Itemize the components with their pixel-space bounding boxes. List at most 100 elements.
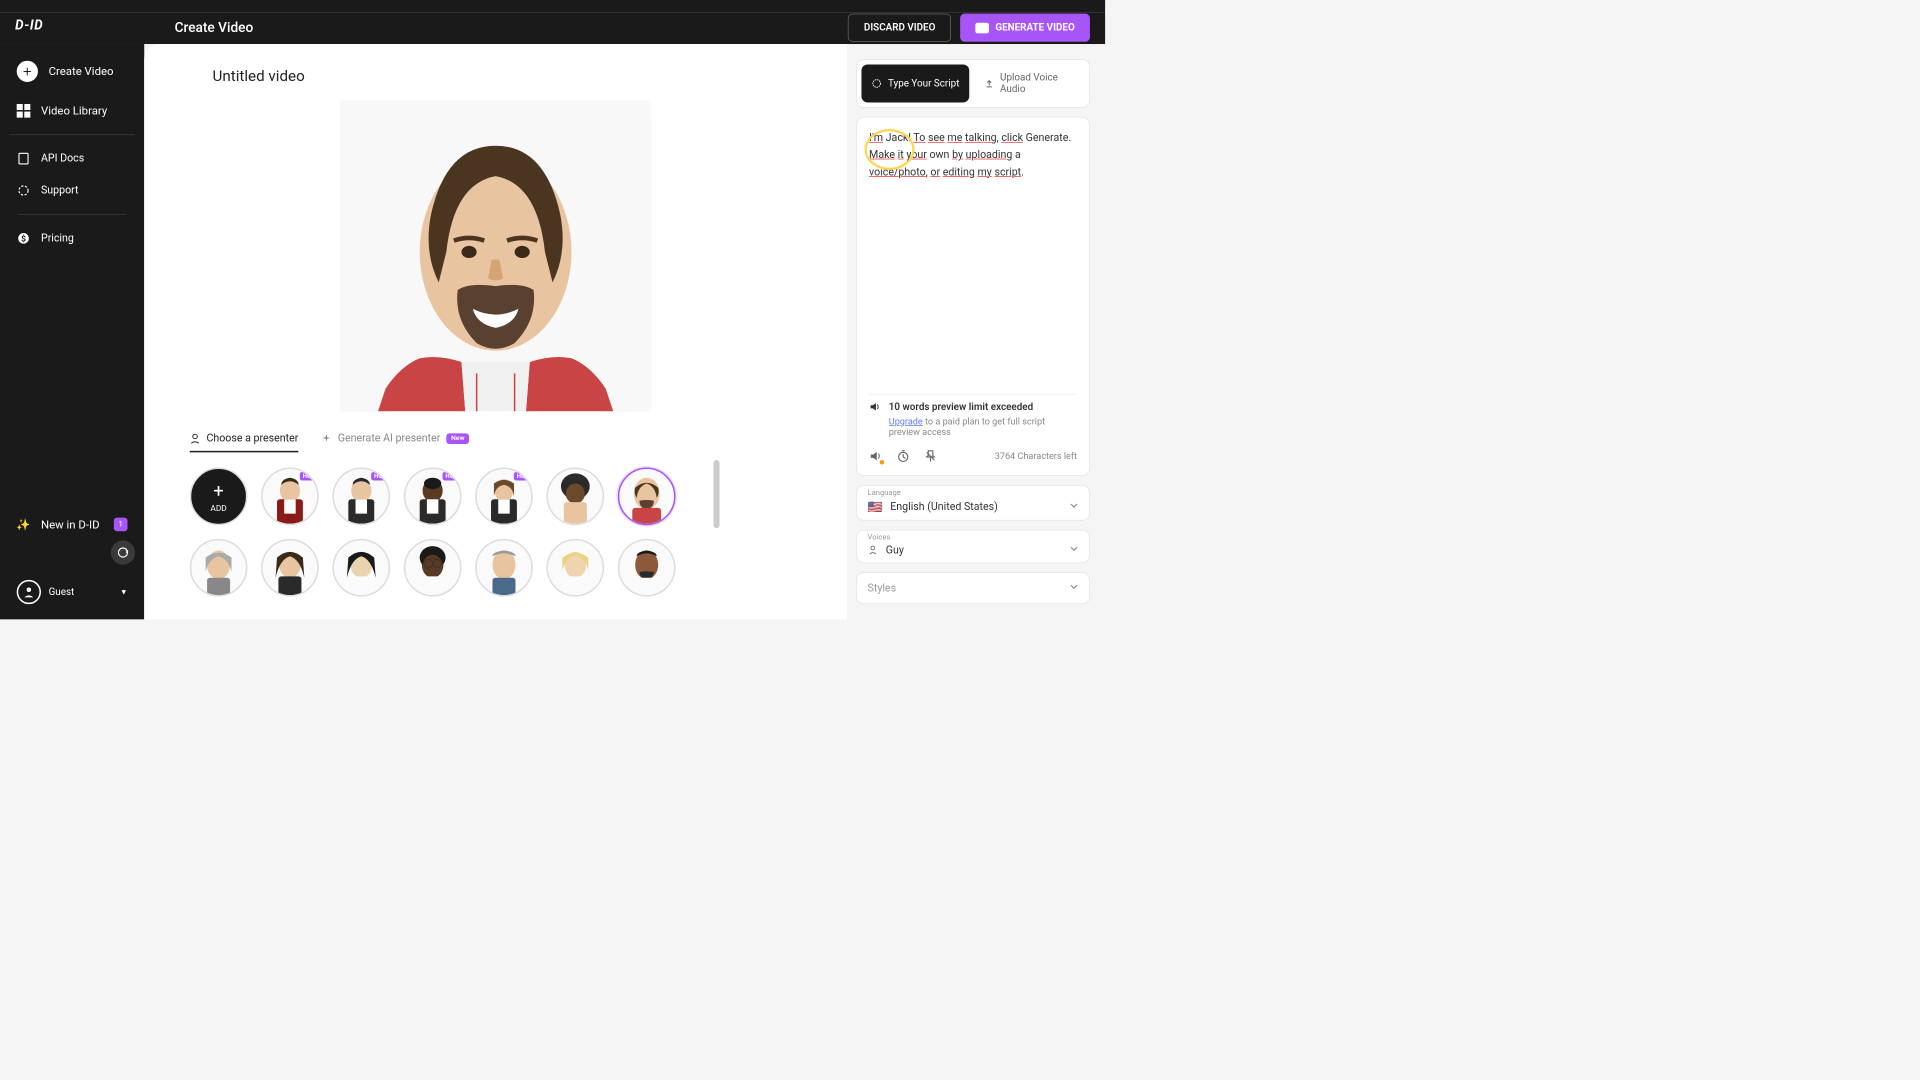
unpin-button[interactable] — [924, 449, 938, 463]
sidebar-item-new[interactable]: ✨ New in D-ID 1 — [9, 509, 135, 541]
language-dropdown[interactable]: Language 🇺🇸 English (United States) — [856, 485, 1090, 521]
video-title-input[interactable]: Untitled video — [213, 67, 817, 85]
upgrade-link[interactable]: Upgrade — [889, 416, 923, 427]
chevron-down-icon — [1069, 501, 1078, 513]
speaker-warn-icon — [869, 401, 881, 413]
editor-panel: Untitled video — [144, 44, 847, 619]
presenter-grid: + ADD HQ HQ HQ HQ — [175, 460, 706, 604]
user-name-label: Guest — [49, 586, 75, 597]
styles-label: Styles — [868, 582, 897, 594]
chevron-down-icon — [1069, 582, 1078, 594]
plus-icon: + — [17, 61, 38, 82]
warning-row: 10 words preview limit exceeded — [869, 401, 1077, 413]
scrollbar[interactable] — [713, 460, 719, 528]
new-count-badge: 1 — [114, 518, 128, 532]
discard-button[interactable]: DISCARD VIDEO — [848, 14, 951, 42]
svg-text:D-ID: D-ID — [15, 18, 43, 33]
language-value: English (United States) — [890, 501, 998, 513]
voices-dropdown[interactable]: Voices Guy — [856, 530, 1090, 563]
presenter-thumb[interactable] — [261, 539, 319, 597]
tab-generate-presenter[interactable]: Generate AI presenter New — [321, 427, 469, 451]
char-count: 3764 Characters left — [995, 451, 1077, 462]
presenter-thumb[interactable]: HQ — [261, 468, 319, 526]
plus-icon: + — [213, 480, 223, 501]
hq-badge: HQ — [371, 472, 386, 480]
presenter-thumb[interactable] — [546, 468, 604, 526]
sidebar-api-label: API Docs — [41, 153, 84, 165]
language-label: Language — [868, 489, 901, 497]
sidebar-support-label: Support — [41, 184, 78, 196]
support-icon — [17, 184, 31, 198]
generate-button[interactable]: GENERATE VIDEO — [960, 14, 1089, 42]
warn-text: 10 words preview limit exceeded — [889, 401, 1033, 412]
tab-choose-presenter[interactable]: Choose a presenter — [190, 427, 299, 451]
divider — [9, 134, 135, 135]
presenter-thumb-selected[interactable] — [618, 468, 676, 526]
generate-label: GENERATE VIDEO — [995, 22, 1074, 33]
presenter-thumb[interactable]: HQ — [404, 468, 462, 526]
tab-upload-audio[interactable]: Upload Voice Audio — [977, 65, 1085, 103]
presenter-thumb[interactable]: HQ — [332, 468, 390, 526]
sidebar-create-label: Create Video — [49, 65, 114, 79]
hq-badge: HQ — [442, 472, 457, 480]
script-text-content[interactable]: I'm Jack! To see me talking, click Gener… — [869, 130, 1077, 388]
sidebar-item-pricing[interactable]: $ Pricing — [9, 222, 135, 254]
sidebar-library-label: Video Library — [41, 104, 107, 118]
divider — [18, 214, 126, 215]
document-icon — [17, 152, 31, 166]
top-bar — [0, 0, 1105, 12]
sparkle-icon — [321, 433, 332, 444]
presenter-thumb[interactable] — [546, 539, 604, 597]
page-title: Create Video — [175, 20, 254, 36]
presenter-thumb[interactable] — [475, 539, 533, 597]
upgrade-row: Upgrade to a paid plan to get full scrip… — [889, 416, 1077, 437]
styles-dropdown[interactable]: Styles — [856, 572, 1090, 604]
user-avatar-icon — [17, 580, 41, 604]
user-menu[interactable]: Guest ▼ — [9, 572, 135, 611]
tab-generate-label: Generate AI presenter — [338, 433, 441, 445]
sidebar-item-support[interactable]: Support — [9, 175, 135, 207]
tab-type-label: Type Your Script — [888, 78, 959, 89]
tab-type-script[interactable]: Type Your Script — [861, 65, 969, 103]
new-badge: New — [446, 433, 469, 444]
presenter-thumb[interactable]: HQ — [475, 468, 533, 526]
sidebar: + Create Video Video Library API Docs Su… — [0, 44, 144, 619]
script-textarea[interactable]: I'm Jack! To see me talking, click Gener… — [856, 117, 1090, 476]
tab-choose-label: Choose a presenter — [206, 433, 298, 445]
dollar-icon: $ — [17, 231, 31, 245]
presenter-preview — [340, 100, 651, 411]
sparkle-icon: ✨ — [17, 518, 31, 532]
timer-button[interactable] — [896, 449, 910, 463]
presenter-thumb[interactable] — [190, 539, 248, 597]
keyboard-icon — [871, 78, 882, 89]
video-icon — [976, 23, 990, 34]
sidebar-pricing-label: Pricing — [41, 232, 74, 244]
logo[interactable]: D-ID — [15, 15, 45, 41]
speaker-button[interactable] — [869, 449, 883, 463]
upload-icon — [984, 78, 994, 89]
voices-value: Guy — [886, 544, 904, 556]
sync-button[interactable] — [111, 540, 135, 564]
header: D-ID Create Video DISCARD VIDEO GENERATE… — [0, 12, 1105, 44]
grid-icon — [17, 104, 31, 118]
presenter-thumb[interactable] — [618, 539, 676, 597]
script-tabs: Type Your Script Upload Voice Audio — [856, 59, 1090, 108]
sidebar-item-create[interactable]: + Create Video — [9, 52, 135, 91]
add-presenter-button[interactable]: + ADD — [190, 468, 248, 526]
presenter-thumb[interactable] — [332, 539, 390, 597]
sidebar-new-label: New in D-ID — [41, 518, 100, 532]
person-icon — [190, 433, 201, 444]
chevron-down-icon — [1069, 544, 1078, 556]
chevron-down-icon: ▼ — [120, 588, 128, 596]
svg-text:$: $ — [21, 233, 26, 244]
presenter-thumb[interactable] — [404, 539, 462, 597]
tab-upload-label: Upload Voice Audio — [1000, 72, 1077, 95]
hq-badge: HQ — [514, 472, 529, 480]
sidebar-item-library[interactable]: Video Library — [9, 95, 135, 127]
person-icon — [868, 545, 879, 556]
hq-badge: HQ — [300, 472, 315, 480]
add-label: ADD — [210, 503, 226, 513]
right-panel: Type Your Script Upload Voice Audio I'm … — [847, 44, 1105, 619]
sidebar-item-api[interactable]: API Docs — [9, 143, 135, 175]
flag-icon: 🇺🇸 — [868, 499, 883, 513]
